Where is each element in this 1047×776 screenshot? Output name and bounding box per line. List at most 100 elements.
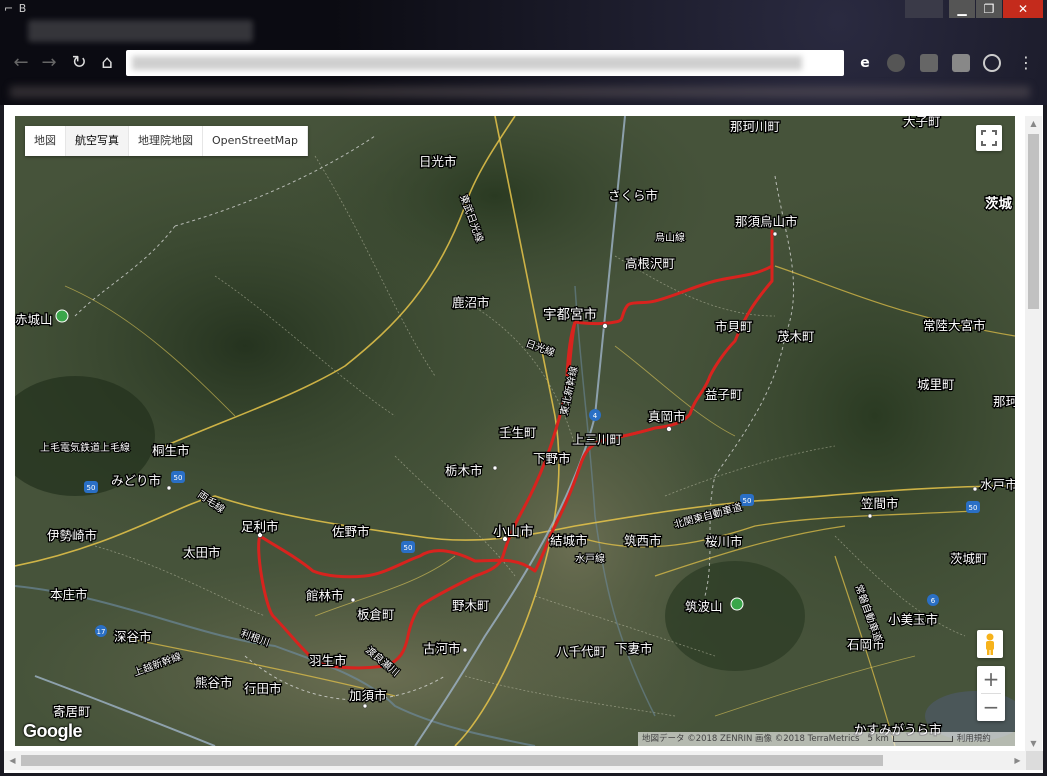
browser-tab[interactable] xyxy=(28,20,253,42)
address-bar-text xyxy=(132,56,802,70)
label-nakagawa: 那珂川町 xyxy=(730,119,780,134)
label-sano: 佐野市 xyxy=(332,524,370,539)
map-type-control: 地図 航空写真 地理院地図 OpenStreetMap xyxy=(25,126,309,156)
pegman-icon xyxy=(986,633,994,655)
label-kiryu: 桐生市 xyxy=(152,443,190,458)
route-shield-50b-label: 50 xyxy=(87,484,96,492)
fullscreen-icon xyxy=(981,130,997,146)
label-hanyu: 羽生市 xyxy=(309,653,347,668)
label-hitachiomiya: 常陸大宮市 xyxy=(923,318,986,333)
bookmark-bar xyxy=(0,80,1047,105)
bookmark-items[interactable] xyxy=(10,86,1030,98)
label-mito: 水戸市 xyxy=(980,477,1015,492)
label-moka: 真岡市 xyxy=(648,409,686,424)
extension-square-icon[interactable] xyxy=(920,54,938,72)
extension-gauge-icon[interactable] xyxy=(983,54,1001,72)
mountain-marker-akagi-icon[interactable] xyxy=(55,309,69,323)
scroll-up-icon[interactable]: ▲ xyxy=(1025,116,1042,131)
map-type-satellite[interactable]: 航空写真 xyxy=(66,126,129,156)
zoom-out-button[interactable]: − xyxy=(977,694,1005,721)
minimize-button[interactable]: ▁ xyxy=(949,0,975,18)
route-shield-50-label: 50 xyxy=(174,474,183,482)
scroll-left-icon[interactable]: ◀ xyxy=(4,753,21,768)
label-nogi: 野木町 xyxy=(452,598,490,613)
label-mito-line: 水戸線 xyxy=(575,552,605,565)
label-ota: 太田市 xyxy=(183,545,221,560)
label-midori: みどり市 xyxy=(111,473,161,488)
label-motegi: 茂木町 xyxy=(777,329,815,344)
close-button[interactable]: ✕ xyxy=(1003,0,1043,18)
route-shield-50d-label: 50 xyxy=(743,497,752,505)
page-content: 50 50 50 50 50 4 6 17 日光市 さくら市 那須烏山市 那珂川… xyxy=(4,105,1043,773)
fullscreen-button[interactable] xyxy=(976,125,1002,151)
horizontal-scrollbar[interactable]: ◀ ▶ xyxy=(4,751,1026,770)
extension-note-icon[interactable] xyxy=(952,54,970,72)
label-ichikai: 市貝町 xyxy=(715,319,753,334)
back-icon[interactable]: ← xyxy=(10,52,32,74)
kebab-menu-icon[interactable]: ⋮ xyxy=(1018,52,1034,74)
label-chikusei: 筑西市 xyxy=(624,533,662,548)
forward-icon[interactable]: → xyxy=(38,52,60,74)
label-kazo: 加須市 xyxy=(349,688,387,703)
label-ibaraki-pref: 茨城 xyxy=(985,195,1013,212)
satellite-map[interactable]: 50 50 50 50 50 4 6 17 日光市 さくら市 那須烏山市 那珂川… xyxy=(15,116,1015,746)
vertical-scrollbar[interactable]: ▲ ▼ xyxy=(1025,116,1042,751)
route-shield-17-label: 17 xyxy=(97,628,106,636)
label-gyoda: 行田市 xyxy=(244,681,282,696)
zoom-in-button[interactable]: + xyxy=(977,666,1005,693)
label-daigo: 大子町 xyxy=(903,116,941,129)
route-shield-50e-label: 50 xyxy=(969,504,978,512)
label-itakura: 板倉町 xyxy=(357,607,395,622)
extension-circle-icon[interactable] xyxy=(887,54,905,72)
title-bar: ⌐ B ▁ ❐ ✕ xyxy=(0,0,1047,44)
label-mibu: 壬生町 xyxy=(499,425,537,440)
home-icon[interactable]: ⌂ xyxy=(96,52,118,74)
label-kumagaya: 熊谷市 xyxy=(195,675,233,690)
label-isesaki: 伊勢崎市 xyxy=(47,528,97,543)
scroll-right-icon[interactable]: ▶ xyxy=(1009,753,1026,768)
label-nasukarasuyama: 那須烏山市 xyxy=(735,214,798,229)
vertical-scroll-thumb[interactable] xyxy=(1028,134,1039,309)
scale-bar xyxy=(892,736,953,742)
map-type-roadmap[interactable]: 地図 xyxy=(25,126,66,156)
label-naka: 那珂 xyxy=(993,394,1015,409)
label-utsunomiya: 宇都宮市 xyxy=(543,306,597,323)
map-view[interactable]: 50 50 50 50 50 4 6 17 日光市 さくら市 那須烏山市 那珂川… xyxy=(15,116,1015,746)
profile-button[interactable] xyxy=(905,0,943,18)
map-type-gsi[interactable]: 地理院地図 xyxy=(129,126,203,156)
label-sakura: さくら市 xyxy=(608,188,658,203)
label-kasama: 笠間市 xyxy=(861,496,899,511)
browser-toolbar: ← → ↻ ⌂ ☆ e ⋮ xyxy=(0,44,1047,80)
maximize-button[interactable]: ❐ xyxy=(976,0,1002,18)
label-honjo: 本庄市 xyxy=(50,587,88,602)
label-oyama: 小山市 xyxy=(493,523,534,540)
label-fukaya: 深谷市 xyxy=(114,629,152,644)
label-kaminokawa: 上三川町 xyxy=(572,432,622,447)
map-attribution: 地図データ ©2018 ZENRIN 画像 ©2018 TerraMetrics… xyxy=(638,732,1015,746)
zoom-control: + − xyxy=(977,666,1005,721)
label-tsukubasan: 筑波山 xyxy=(685,599,723,614)
scroll-down-icon[interactable]: ▼ xyxy=(1025,736,1042,751)
label-sakuragawa: 桜川市 xyxy=(705,534,743,549)
horizontal-scroll-thumb[interactable] xyxy=(21,755,883,766)
extension-e-icon[interactable]: e xyxy=(856,54,874,72)
mountain-marker-tsukuba-icon[interactable] xyxy=(730,597,744,611)
label-yachiyo: 八千代町 xyxy=(556,644,606,659)
label-takanezawa: 高根沢町 xyxy=(625,256,675,271)
label-shirosato: 城里町 xyxy=(917,377,955,392)
route-shield-6-label: 6 xyxy=(931,597,936,605)
browser-chrome: ⌐ B ▁ ❐ ✕ ← → ↻ ⌂ ☆ e ⋮ xyxy=(0,0,1047,105)
label-kanuma: 鹿沼市 xyxy=(452,295,490,310)
reload-icon[interactable]: ↻ xyxy=(68,52,90,74)
label-yuki: 結城市 xyxy=(550,533,588,548)
label-tochigi: 栃木市 xyxy=(445,463,483,478)
map-type-osm[interactable]: OpenStreetMap xyxy=(203,126,309,156)
address-bar[interactable]: ☆ xyxy=(126,50,965,77)
scale-label: 5 km xyxy=(867,734,889,744)
terms-link[interactable]: 利用規約 xyxy=(953,732,995,746)
street-view-button[interactable] xyxy=(977,630,1003,658)
label-ibaraki-town: 茨城町 xyxy=(950,551,988,566)
label-omitama: 小美玉市 xyxy=(888,612,938,627)
label-ashikaga: 足利市 xyxy=(241,519,279,534)
tsukuba-mountain xyxy=(665,561,805,671)
